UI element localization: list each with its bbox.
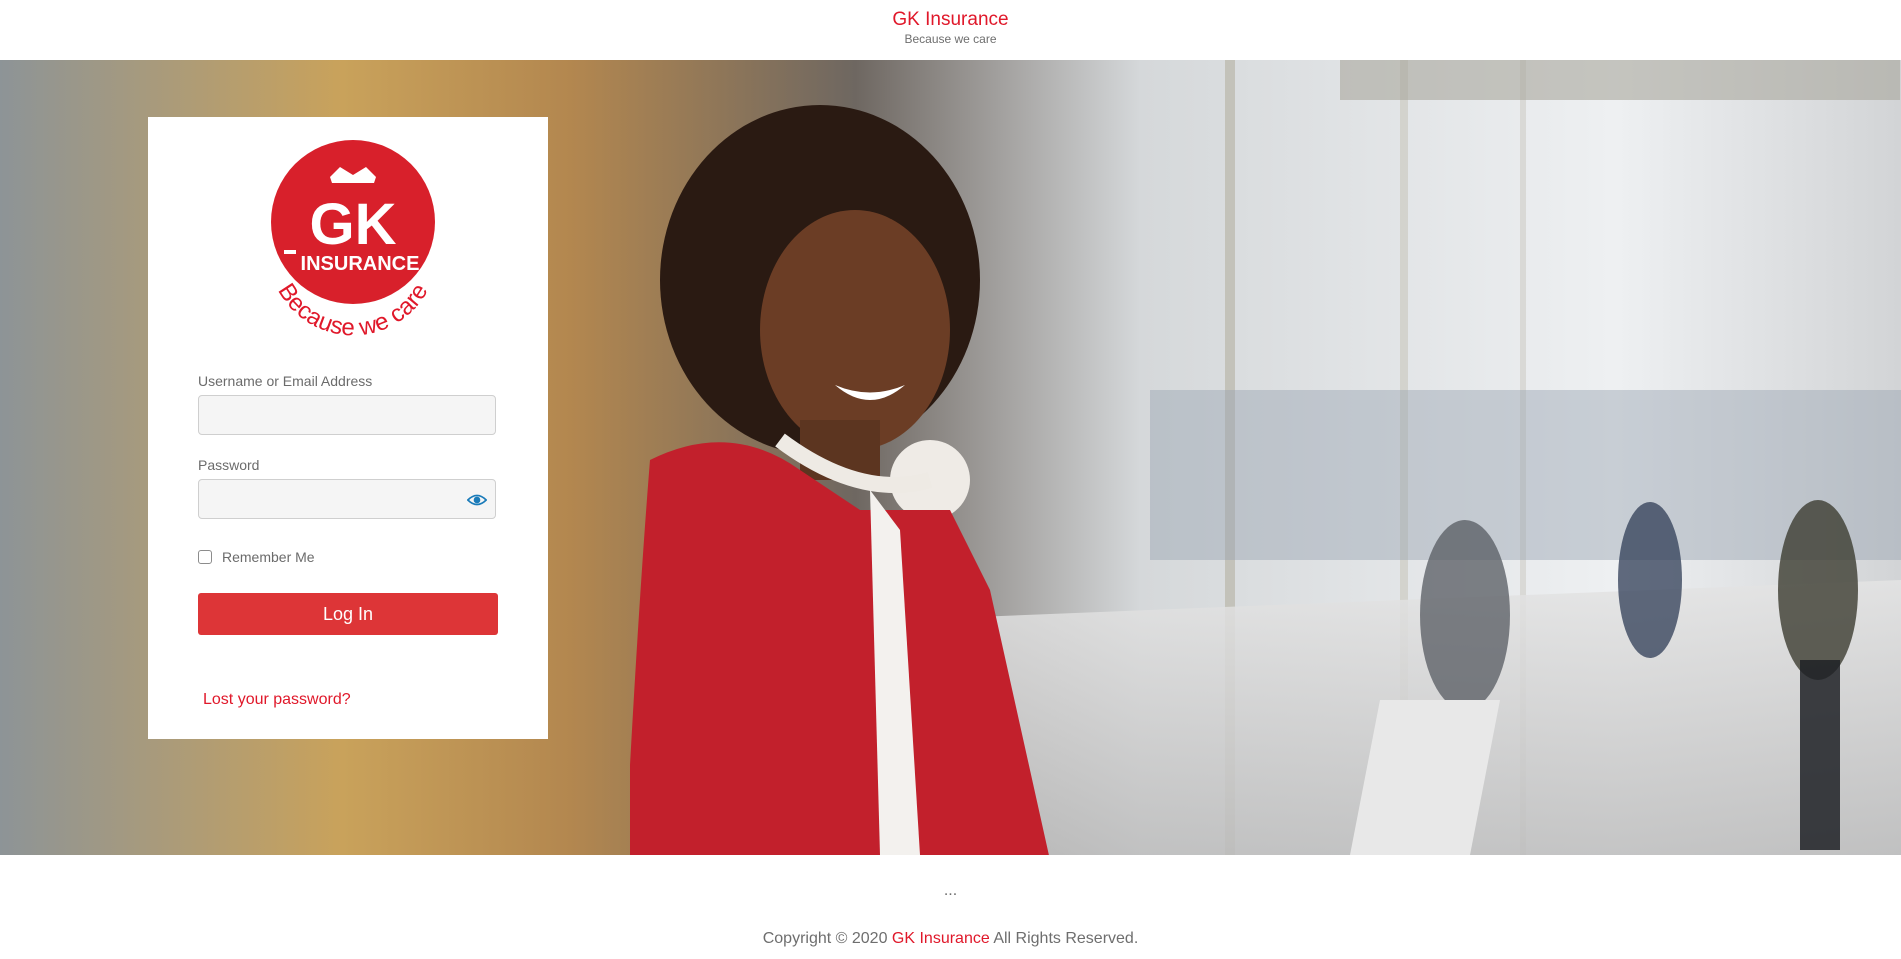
site-tagline: Because we care — [904, 32, 997, 46]
copyright-prefix: Copyright © 2020 — [762, 930, 892, 947]
lost-password-link[interactable]: Lost your password? — [203, 691, 351, 709]
site-header: GK Insurance Because we care — [0, 0, 1901, 60]
remember-me: Remember Me — [198, 549, 315, 565]
username-field-wrapper — [198, 395, 496, 435]
username-input[interactable] — [199, 396, 495, 434]
remember-me-label[interactable]: Remember Me — [222, 549, 315, 565]
footer-brand-link[interactable]: GK Insurance — [892, 930, 990, 947]
eye-icon[interactable] — [467, 490, 487, 510]
password-field-wrapper — [198, 479, 496, 519]
footer-dots: ... — [943, 882, 958, 899]
site-title[interactable]: GK Insurance — [0, 9, 1901, 31]
gk-insurance-logo: GK INSURANCE Because we care — [271, 140, 435, 339]
login-card: GK INSURANCE Because we care Username or… — [148, 117, 548, 739]
login-button[interactable]: Log In — [198, 593, 498, 635]
password-input[interactable] — [199, 480, 495, 518]
copyright: Copyright © 2020 GK Insurance All Rights… — [0, 930, 1901, 948]
remember-me-checkbox[interactable] — [198, 550, 212, 564]
logo-gk-text: GK — [310, 192, 397, 257]
copyright-suffix: All Rights Reserved. — [989, 930, 1139, 947]
logo-insurance-text: INSURANCE — [301, 253, 420, 275]
password-label: Password — [198, 457, 260, 473]
username-label: Username or Email Address — [198, 373, 373, 389]
